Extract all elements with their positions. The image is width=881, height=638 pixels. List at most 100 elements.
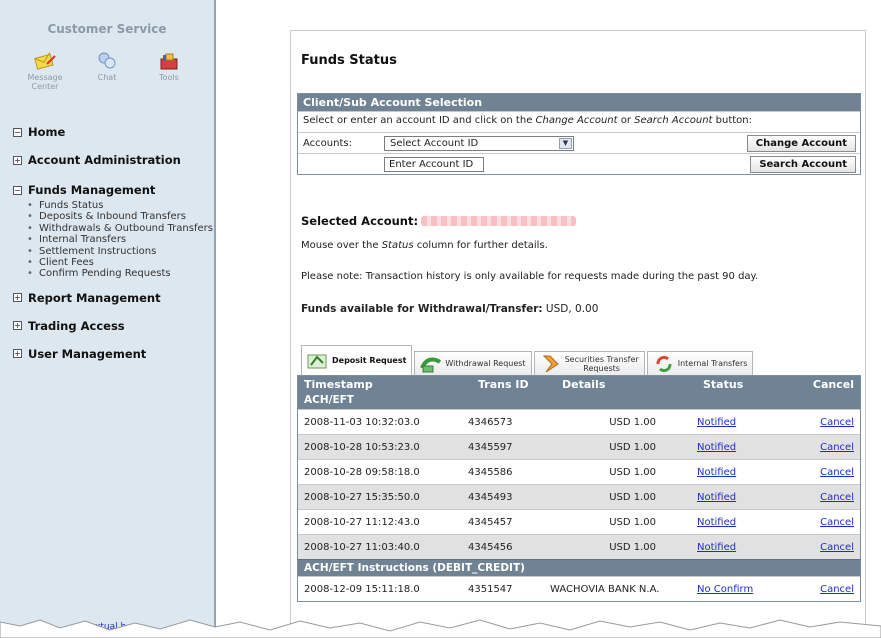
cell-timestamp: 2008-12-09 15:11:18.0 [304,584,420,595]
request-tabs: Deposit Request Withdrawal Request Secur… [301,343,755,375]
col-trans-id: Trans ID [478,378,529,391]
instr-or: or [617,115,635,126]
history-note: Please note: Transaction history is only… [301,271,759,282]
tools-button[interactable]: Tools [144,50,194,91]
cell-amount: USD 1.00 [609,517,656,528]
nav-funds-management[interactable]: − Funds Management [13,183,214,197]
instr-search: Search Account [634,115,713,126]
submenu-item-client-fees[interactable]: Client Fees [25,257,214,269]
cell-trans-id: 4345493 [468,492,513,503]
expand-icon: + [13,155,22,165]
search-account-button[interactable]: Search Account [750,156,856,173]
cell-amount: USD 1.00 [609,492,656,503]
status-link[interactable]: Notified [697,517,736,528]
nav-trading-access-label: Trading Access [28,318,125,333]
funds-available-label: Funds available for Withdrawal/Transfer: [301,303,543,315]
tab-internal-label: Internal Transfers [677,359,748,368]
torn-edge-decoration [0,619,881,638]
cancel-link[interactable]: Cancel [820,467,854,478]
tools-icon [160,53,178,70]
mouseover-pre: Mouse over the [301,240,382,251]
cancel-link[interactable]: Cancel [820,492,854,503]
cell-trans-id: 4345597 [468,442,513,453]
cancel-link[interactable]: Cancel [820,417,854,428]
accounts-label: Accounts: [303,138,352,149]
funds-submenu: Funds Status Deposits & Inbound Transfer… [25,200,214,280]
status-link[interactable]: Notified [697,417,736,428]
message-center-label: Message Center [27,73,63,91]
submenu-item-deposits[interactable]: Deposits & Inbound Transfers [25,211,214,223]
change-account-button[interactable]: Change Account [746,135,856,152]
funds-status-panel: Funds Status Client/Sub Account Selectio… [290,30,866,638]
cell-amount: USD 1.00 [609,442,656,453]
cell-trans-id: 4345456 [468,542,513,553]
tools-label: Tools [159,73,179,82]
tab-securities-line1: Securities Transfer [564,354,639,364]
table-row: 2008-10-27 11:03:40.0 4345456 USD 1.00 N… [298,534,860,559]
sidebar-icon-bar: Message Center Chat Tools [14,50,200,91]
nav-user-management[interactable]: + User Management [13,347,214,361]
nav-user-management-label: User Management [28,346,147,361]
expand-icon: + [13,321,22,331]
table-row: 2008-11-03 10:32:03.0 4346573 USD 1.00 N… [298,409,860,434]
instr-post: button: [712,115,752,126]
submenu-item-confirm-pending[interactable]: Confirm Pending Requests [25,268,214,280]
tab-withdrawal-label: Withdrawal Request [445,359,526,368]
cancel-link[interactable]: Cancel [820,517,854,528]
chat-button[interactable]: Chat [82,50,132,91]
status-link[interactable]: Notified [697,467,736,478]
message-center-button[interactable]: Message Center [20,50,70,91]
col-timestamp: Timestamp [304,378,373,391]
tab-securities-line2: Requests [583,363,620,373]
nav-home[interactable]: − Home [13,125,214,139]
internal-transfers-icon [656,355,672,372]
status-link[interactable]: Notified [697,492,736,503]
nav-trading-access[interactable]: + Trading Access [13,319,214,333]
cancel-link[interactable]: Cancel [820,542,854,553]
col-status: Status [703,378,744,391]
tab-securities-transfer[interactable]: Securities Transfer Requests [533,351,645,375]
tab-withdrawal-request[interactable]: Withdrawal Request [414,351,532,375]
submenu-item-funds-status[interactable]: Funds Status [25,200,214,212]
collapse-icon: − [13,127,22,137]
account-id-input[interactable]: Enter Account ID [384,157,484,172]
cell-timestamp: 2008-10-28 09:58:18.0 [304,467,420,478]
status-link[interactable]: Notified [697,442,736,453]
status-link[interactable]: No Confirm [697,584,753,595]
chevron-down-icon[interactable]: ▼ [559,138,572,149]
nav-report-management[interactable]: + Report Management [13,291,214,305]
account-id-select[interactable]: Select Account ID ▼ [384,136,574,151]
expand-icon: + [13,349,22,359]
chat-icon [98,52,116,69]
nav-account-administration[interactable]: + Account Administration [13,153,214,167]
table-row: 2008-12-09 15:11:18.0 4351547 WACHOVIA B… [298,576,860,601]
cell-timestamp: 2008-10-27 15:35:50.0 [304,492,420,503]
deposit-icon [307,354,327,368]
submenu-item-withdrawals[interactable]: Withdrawals & Outbound Transfers [25,223,214,235]
cancel-link[interactable]: Cancel [820,584,854,595]
group-header: ACH/EFT Instructions (DEBIT_CREDIT) [298,559,860,576]
nav-funds-management-label: Funds Management [28,183,156,197]
tab-securities-label: Securities Transfer Requests [565,355,639,373]
account-selection-box: Client/Sub Account Selection Select or e… [297,93,861,175]
tab-internal-transfers[interactable]: Internal Transfers [646,351,754,375]
cell-trans-id: 4346573 [468,417,513,428]
instr-change: Change Account [535,115,618,126]
tab-deposit-request[interactable]: Deposit Request [301,345,413,375]
cell-trans-id: 4345457 [468,517,513,528]
submenu-item-internal-transfers[interactable]: Internal Transfers [25,234,214,246]
submenu-item-settlement-instructions[interactable]: Settlement Instructions [25,246,214,258]
cell-timestamp: 2008-10-27 11:03:40.0 [304,542,420,553]
cancel-link[interactable]: Cancel [820,442,854,453]
status-link[interactable]: Notified [697,542,736,553]
instr-pre: Select or enter an account ID and click … [303,115,536,126]
cell-trans-id: 4345586 [468,467,513,478]
col-details: Details [562,378,606,391]
table-header: Timestamp Trans ID Details Status Cancel [298,376,860,394]
nav-account-administration-label: Account Administration [28,153,181,167]
sidebar: Customer Service Message Center Chat Too [0,0,216,638]
selection-instructions: Select or enter an account ID and click … [298,111,860,132]
funds-available: Funds available for Withdrawal/Transfer:… [301,303,598,315]
funds-available-value: USD, 0.00 [542,303,599,315]
message-center-icon [34,52,56,70]
